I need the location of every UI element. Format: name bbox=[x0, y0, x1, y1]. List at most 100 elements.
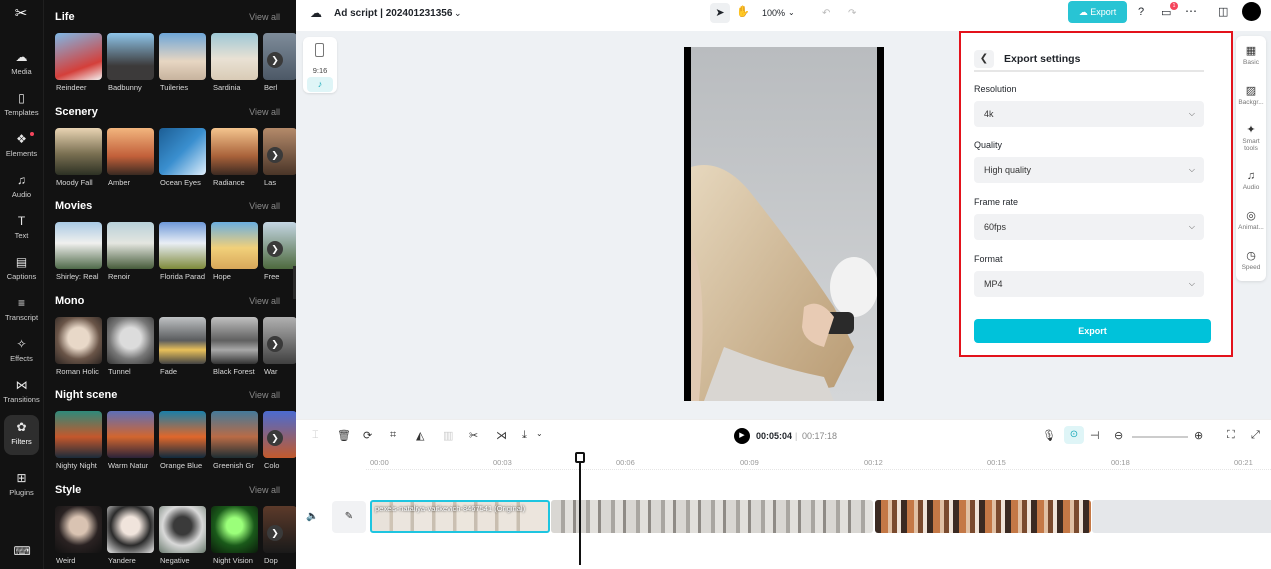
view-all-link[interactable]: View all bbox=[249, 201, 280, 211]
filter-thumb[interactable] bbox=[55, 128, 102, 175]
trim-icon[interactable]: ⋊ bbox=[496, 429, 507, 442]
scroll-right-icon[interactable]: ❯ bbox=[267, 336, 283, 352]
nav-item-elements[interactable]: ❖ Elements bbox=[0, 131, 43, 167]
filter-thumb[interactable] bbox=[55, 317, 102, 364]
timeline-zoom-slider[interactable] bbox=[1132, 436, 1188, 438]
scroll-right-icon[interactable]: ❯ bbox=[267, 241, 283, 257]
filter-thumb[interactable] bbox=[159, 506, 206, 553]
crop-icon[interactable]: ⌗ bbox=[390, 429, 396, 442]
filter-thumb[interactable] bbox=[159, 317, 206, 364]
filter-thumb[interactable] bbox=[159, 222, 206, 269]
filter-thumb[interactable] bbox=[159, 128, 206, 175]
filter-thumb[interactable] bbox=[55, 33, 102, 80]
view-all-link[interactable]: View all bbox=[249, 390, 280, 400]
select-pointer-icon[interactable]: ➤ bbox=[710, 3, 730, 23]
filter-thumb[interactable] bbox=[55, 222, 102, 269]
format-select[interactable]: MP4 ⌵ bbox=[974, 271, 1204, 297]
help-icon[interactable]: ? bbox=[1138, 6, 1144, 18]
filter-thumb[interactable] bbox=[211, 33, 258, 80]
nav-item-audio[interactable]: ♫ Audio bbox=[0, 172, 43, 208]
link-clips-icon[interactable]: ⊣ bbox=[1090, 429, 1100, 442]
filter-thumb[interactable] bbox=[107, 222, 154, 269]
edit-cover-icon[interactable]: ✎ bbox=[332, 501, 366, 533]
filter-thumb[interactable] bbox=[211, 506, 258, 553]
nav-item-effects[interactable]: ✧ Effects bbox=[0, 336, 43, 372]
nav-item-transcript[interactable]: ≡ Transcript bbox=[0, 295, 43, 331]
zoom-level[interactable]: 100% bbox=[762, 8, 785, 18]
microphone-icon[interactable]: 🎙 bbox=[1042, 429, 1056, 442]
rail-item-audio[interactable]: ♫ Audio bbox=[1236, 170, 1266, 191]
speaker-icon[interactable]: 🔈 bbox=[306, 511, 318, 522]
video-preview[interactable] bbox=[684, 47, 884, 401]
back-chevron-icon[interactable]: ❮ bbox=[974, 50, 994, 68]
chevron-down-icon[interactable]: ⌄ bbox=[788, 8, 795, 17]
framerate-select[interactable]: 60fps ⌵ bbox=[974, 214, 1204, 240]
remove-background-icon[interactable]: ✂ bbox=[469, 429, 478, 442]
more-icon[interactable]: ⋯ bbox=[1185, 4, 1197, 18]
playhead-handle[interactable] bbox=[575, 452, 585, 463]
view-all-link[interactable]: View all bbox=[249, 485, 280, 495]
capcut-logo-icon[interactable]: ✂ bbox=[11, 4, 31, 22]
video-clip[interactable] bbox=[875, 500, 1091, 533]
tiktok-icon[interactable]: ♪ bbox=[307, 77, 333, 92]
play-icon[interactable]: ▶ bbox=[734, 428, 750, 444]
zoom-in-icon[interactable]: ⊕ bbox=[1194, 429, 1203, 442]
confirm-export-button[interactable]: Export bbox=[974, 319, 1211, 343]
scroll-right-icon[interactable]: ❯ bbox=[267, 430, 283, 446]
nav-item-plugins[interactable]: ⊞ Plugins bbox=[0, 470, 43, 506]
filter-thumb[interactable] bbox=[211, 411, 258, 458]
playhead[interactable] bbox=[575, 452, 585, 565]
download-icon[interactable]: ⤓ bbox=[522, 429, 527, 442]
filter-thumb[interactable] bbox=[107, 128, 154, 175]
empty-track-area[interactable] bbox=[1092, 500, 1271, 533]
scroll-right-icon[interactable]: ❯ bbox=[267, 52, 283, 68]
rail-item-smart-tools[interactable]: ✦ Smart tools bbox=[1236, 123, 1266, 152]
nav-item-transitions[interactable]: ⋈ Transitions bbox=[0, 377, 43, 413]
filter-thumb[interactable] bbox=[211, 128, 258, 175]
nav-item-keyboard[interactable]: ⌨ bbox=[0, 543, 43, 569]
fullscreen-icon[interactable]: ⤢ bbox=[1251, 429, 1260, 442]
split-icon[interactable]: ⌶ bbox=[312, 429, 319, 442]
filter-thumb[interactable] bbox=[107, 411, 154, 458]
nav-item-text[interactable]: T Text bbox=[0, 213, 43, 249]
view-all-link[interactable]: View all bbox=[249, 12, 280, 22]
filter-thumb[interactable] bbox=[55, 411, 102, 458]
layout-toggle-icon[interactable]: ◫ bbox=[1218, 5, 1228, 18]
zoom-out-icon[interactable]: ⊖ bbox=[1114, 429, 1123, 442]
fit-screen-icon[interactable]: ⛶ bbox=[1227, 429, 1235, 442]
resolution-select[interactable]: 4k ⌵ bbox=[974, 101, 1204, 127]
flip-icon[interactable]: ◭ bbox=[416, 429, 424, 442]
filter-thumb[interactable] bbox=[159, 33, 206, 80]
scroll-right-icon[interactable]: ❯ bbox=[267, 525, 283, 541]
scroll-right-icon[interactable]: ❯ bbox=[267, 147, 283, 163]
nav-item-templates[interactable]: ▯ Templates bbox=[0, 90, 43, 126]
export-button[interactable]: ☁ Export bbox=[1068, 1, 1127, 23]
rail-item-basic[interactable]: ▦ Basic bbox=[1236, 44, 1266, 66]
delete-icon[interactable]: 🗑 bbox=[337, 429, 351, 442]
view-all-link[interactable]: View all bbox=[249, 296, 280, 306]
quality-select[interactable]: High quality ⌵ bbox=[974, 157, 1204, 183]
aspect-ratio-switcher[interactable]: 9:16 ♪ bbox=[303, 37, 337, 93]
video-clip[interactable] bbox=[551, 500, 873, 533]
nav-item-captions[interactable]: ▤ Captions bbox=[0, 254, 43, 290]
replace-icon[interactable]: ⟳ bbox=[363, 429, 372, 442]
filter-thumb[interactable] bbox=[211, 222, 258, 269]
nav-item-filters[interactable]: ✿ Filters bbox=[4, 415, 39, 455]
hand-pan-icon[interactable]: ✋ bbox=[736, 5, 750, 18]
video-clip-selected[interactable]: pexels-nataliya-vaitkevich-8467541 (Orig… bbox=[370, 500, 550, 533]
rail-item-animation[interactable]: ◎ Animat... bbox=[1236, 209, 1266, 231]
filter-thumb[interactable] bbox=[107, 506, 154, 553]
mask-icon[interactable]: ▥ bbox=[443, 429, 453, 442]
magnet-snap-icon[interactable]: ⊙ bbox=[1064, 426, 1084, 444]
filter-thumb[interactable] bbox=[55, 506, 102, 553]
filter-thumb[interactable] bbox=[211, 317, 258, 364]
view-all-link[interactable]: View all bbox=[249, 107, 280, 117]
chevron-down-icon[interactable]: ⌄ bbox=[454, 8, 462, 19]
filter-thumb[interactable] bbox=[107, 317, 154, 364]
rail-item-background[interactable]: ▨ Backgr... bbox=[1236, 84, 1266, 106]
chevron-down-icon[interactable]: ⌄ bbox=[536, 429, 543, 438]
avatar[interactable] bbox=[1242, 2, 1261, 21]
cloud-icon[interactable]: ☁ bbox=[310, 6, 322, 20]
redo-icon[interactable]: ↷ bbox=[848, 8, 856, 19]
nav-item-media[interactable]: ☁ Media bbox=[0, 49, 43, 85]
